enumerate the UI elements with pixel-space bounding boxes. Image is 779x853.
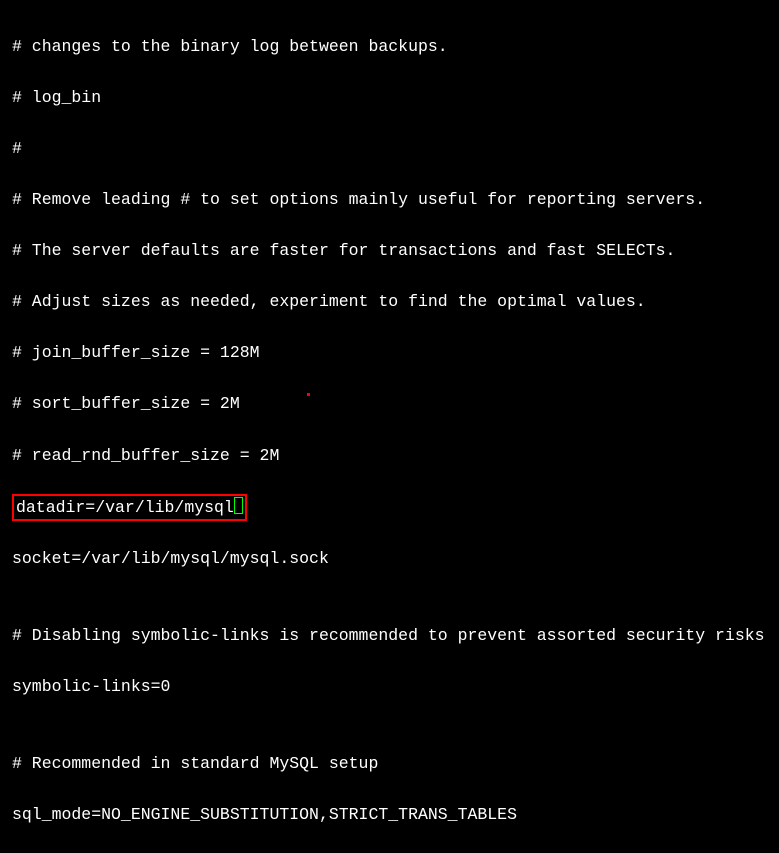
sql-mode-config-line: sql_mode=NO_ENGINE_SUBSTITUTION,STRICT_T… xyxy=(12,802,767,828)
highlight-annotation: datadir=/var/lib/mysql xyxy=(12,494,247,521)
comment-line: # read_rnd_buffer_size = 2M xyxy=(12,443,767,469)
annotation-dot xyxy=(307,393,310,396)
comment-line: # log_bin xyxy=(12,85,767,111)
socket-config-line: socket=/var/lib/mysql/mysql.sock xyxy=(12,546,767,572)
comment-line: # Adjust sizes as needed, experiment to … xyxy=(12,289,767,315)
datadir-value: datadir=/var/lib/mysql xyxy=(16,498,234,517)
comment-line: # Disabling symbolic-links is recommende… xyxy=(12,623,767,649)
datadir-config-line: datadir=/var/lib/mysql xyxy=(12,494,767,521)
symbolic-links-config-line: symbolic-links=0 xyxy=(12,674,767,700)
cursor-icon xyxy=(234,497,243,514)
comment-line: # sort_buffer_size = 2M xyxy=(12,391,767,417)
comment-line: # changes to the binary log between back… xyxy=(12,34,767,60)
comment-line: # xyxy=(12,136,767,162)
comment-line: # Remove leading # to set options mainly… xyxy=(12,187,767,213)
terminal-editor[interactable]: # changes to the binary log between back… xyxy=(12,8,767,853)
comment-line: # Recommended in standard MySQL setup xyxy=(12,751,767,777)
comment-line: # join_buffer_size = 128M xyxy=(12,340,767,366)
comment-line: # The server defaults are faster for tra… xyxy=(12,238,767,264)
